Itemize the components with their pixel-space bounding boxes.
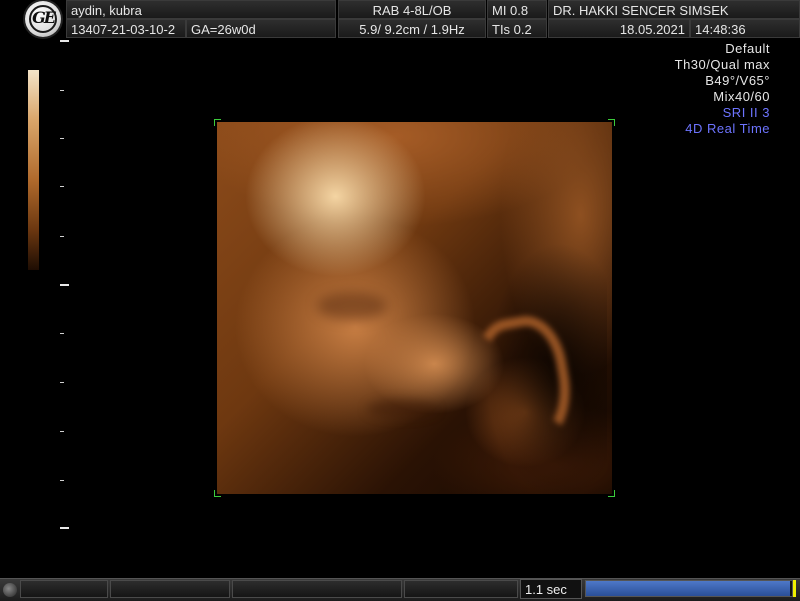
- depth-tick: [60, 90, 64, 91]
- mix-label: Mix40/60: [713, 89, 770, 104]
- angle-label: B49°/V65°: [705, 73, 770, 88]
- cine-time-label: 1.1 sec: [520, 579, 582, 599]
- ultrasound-render-view[interactable]: [217, 122, 612, 494]
- preset-label: Default: [725, 41, 770, 56]
- depth-tick: [60, 480, 64, 481]
- depth-tick: [60, 382, 64, 383]
- softkey-3[interactable]: [232, 580, 402, 598]
- header-bar: GE aydin, kubra 13407-21-03-10-2 GA=26w0…: [0, 0, 800, 40]
- ge-logo-icon: GE: [25, 1, 61, 37]
- quality-label: Th30/Qual max: [674, 57, 770, 72]
- mode-label: 4D Real Time: [685, 121, 770, 136]
- depth-tick: [60, 236, 64, 237]
- depth-tick: [60, 186, 64, 187]
- roi-corner-marker: [214, 119, 221, 126]
- thermal-index: TIs 0.2: [487, 19, 547, 38]
- roi-corner-marker: [214, 490, 221, 497]
- color-map-bar: [28, 70, 39, 270]
- softkey-4[interactable]: [404, 580, 518, 598]
- patient-id: 13407-21-03-10-2: [66, 19, 186, 38]
- depth-tick: [60, 284, 69, 286]
- roi-corner-marker: [608, 119, 615, 126]
- mechanical-index: MI 0.8: [487, 0, 547, 19]
- depth-frequency: 5.9/ 9.2cm / 1.9Hz: [338, 19, 486, 38]
- logo-mark: GE: [32, 8, 56, 27]
- cine-end-marker: [793, 580, 796, 597]
- trackball-icon[interactable]: [3, 583, 17, 597]
- render-eye-shadow: [317, 292, 387, 320]
- cine-progress-fill: [586, 581, 790, 596]
- doctor-name: DR. HAKKI SENCER SIMSEK: [548, 0, 800, 19]
- depth-tick: [60, 40, 69, 42]
- exam-time: 14:48:36: [690, 19, 800, 38]
- render-mouth-shadow: [367, 400, 437, 418]
- depth-tick: [60, 333, 64, 334]
- depth-tick: [60, 138, 64, 139]
- gestational-age: GA=26w0d: [186, 19, 336, 38]
- softkey-1[interactable]: [20, 580, 108, 598]
- probe-label: RAB 4-8L/OB: [338, 0, 486, 19]
- cine-progress-bar[interactable]: [585, 580, 793, 597]
- depth-tick: [60, 431, 64, 432]
- roi-corner-marker: [608, 490, 615, 497]
- patient-name: aydin, kubra: [66, 0, 336, 19]
- sri-label: SRI II 3: [722, 105, 770, 120]
- depth-tick: [60, 527, 69, 529]
- exam-date: 18.05.2021: [548, 19, 690, 38]
- softkey-2[interactable]: [110, 580, 230, 598]
